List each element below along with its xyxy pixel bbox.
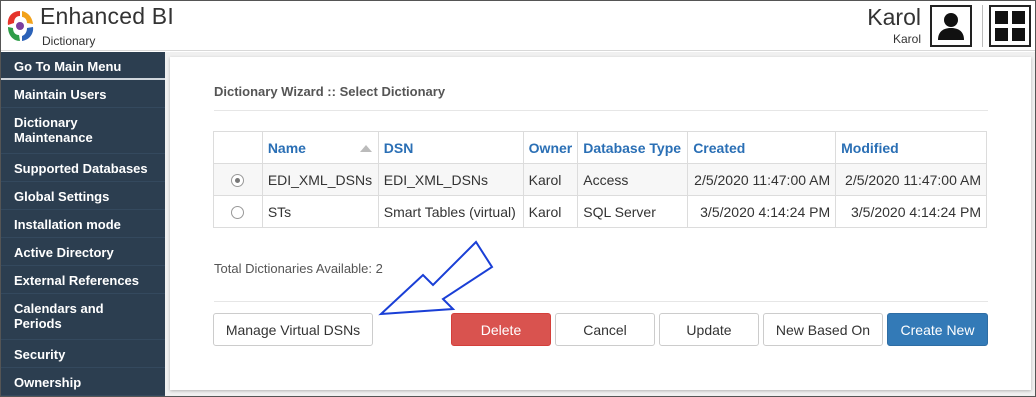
title-divider	[214, 110, 988, 111]
column-header-name-label: Name	[267, 139, 306, 156]
user-display-name: Karol	[867, 4, 921, 30]
column-header-owner[interactable]: Owner	[522, 131, 579, 164]
cell-owner: Karol	[522, 163, 579, 196]
sidebar-nav: Go To Main Menu Maintain Users Dictionar…	[1, 52, 165, 396]
sidebar-item-main-menu[interactable]: Go To Main Menu	[1, 52, 165, 80]
sidebar-item-active-directory[interactable]: Active Directory	[1, 238, 165, 266]
sidebar-item-ownership[interactable]: Ownership	[1, 368, 165, 396]
cell-database-type: Access	[577, 163, 689, 196]
column-header-select	[213, 131, 263, 164]
buttons-divider	[214, 301, 988, 302]
cell-name: STs	[261, 195, 379, 228]
radio-button[interactable]	[231, 206, 245, 220]
sidebar-item-supported-databases[interactable]: Supported Databases	[1, 154, 165, 182]
manage-virtual-dsns-button[interactable]: Manage Virtual DSNs	[213, 313, 373, 346]
sidebar-item-maintain-users[interactable]: Maintain Users	[1, 80, 165, 108]
annotation-arrow-icon	[378, 240, 494, 316]
page-title: Dictionary Wizard :: Select Dictionary	[214, 84, 446, 99]
radio-button[interactable]	[231, 174, 245, 188]
cell-dsn: EDI_XML_DSNs	[377, 163, 524, 196]
header-divider	[982, 5, 983, 47]
sort-ascending-icon	[359, 145, 372, 153]
create-new-button[interactable]: Create New	[887, 313, 988, 346]
column-header-dsn[interactable]: DSN	[377, 131, 524, 164]
sidebar-item-installation-mode[interactable]: Installation mode	[1, 210, 165, 238]
column-header-name[interactable]: Name	[261, 131, 379, 164]
cell-modified: 2/5/2020 11:47:00 AM	[835, 163, 987, 196]
user-icon	[938, 13, 964, 40]
sidebar-item-security[interactable]: Security	[1, 340, 165, 368]
column-header-created[interactable]: Created	[687, 131, 837, 164]
sidebar-item-external-references[interactable]: External References	[1, 266, 165, 294]
sidebar-item-global-settings[interactable]: Global Settings	[1, 182, 165, 210]
app-window: Enhanced BI Dictionary Karol Karol Go To…	[0, 0, 1036, 397]
table-row[interactable]: STs Smart Tables (virtual) Karol SQL Ser…	[213, 195, 987, 228]
top-header: Enhanced BI Dictionary Karol Karol	[1, 1, 1035, 51]
update-button[interactable]: Update	[659, 313, 759, 346]
sidebar-item-dictionary-maintenance[interactable]: Dictionary Maintenance	[1, 108, 165, 154]
new-based-on-button[interactable]: New Based On	[763, 313, 883, 346]
table-header-row: Name DSN Owner Database Type Created Mod…	[213, 131, 987, 164]
app-subtitle: Dictionary	[42, 34, 96, 48]
user-login-name: Karol	[892, 32, 921, 46]
cell-created: 3/5/2020 4:14:24 PM	[687, 195, 837, 228]
total-dictionaries-label: Total Dictionaries Available: 2	[214, 261, 383, 276]
user-profile-button[interactable]	[930, 5, 972, 47]
cell-name: EDI_XML_DSNs	[261, 163, 379, 196]
table-row[interactable]: EDI_XML_DSNs EDI_XML_DSNs Karol Access 2…	[213, 163, 987, 196]
column-header-modified[interactable]: Modified	[835, 131, 987, 164]
dictionary-table: Name DSN Owner Database Type Created Mod…	[213, 131, 987, 228]
column-header-database-type[interactable]: Database Type	[577, 131, 689, 164]
cell-owner: Karol	[522, 195, 579, 228]
cell-database-type: SQL Server	[577, 195, 689, 228]
apps-grid-button[interactable]	[989, 5, 1031, 47]
sidebar-item-calendars-periods[interactable]: Calendars and Periods	[1, 294, 165, 340]
cell-created: 2/5/2020 11:47:00 AM	[687, 163, 837, 196]
row-select-cell[interactable]	[213, 195, 263, 228]
app-logo-icon	[7, 11, 34, 41]
app-title: Enhanced BI	[40, 3, 174, 29]
cancel-button[interactable]: Cancel	[555, 313, 655, 346]
cell-modified: 3/5/2020 4:14:24 PM	[835, 195, 987, 228]
cell-dsn: Smart Tables (virtual)	[377, 195, 524, 228]
grid-icon	[995, 11, 1025, 41]
row-select-cell[interactable]	[213, 163, 263, 196]
